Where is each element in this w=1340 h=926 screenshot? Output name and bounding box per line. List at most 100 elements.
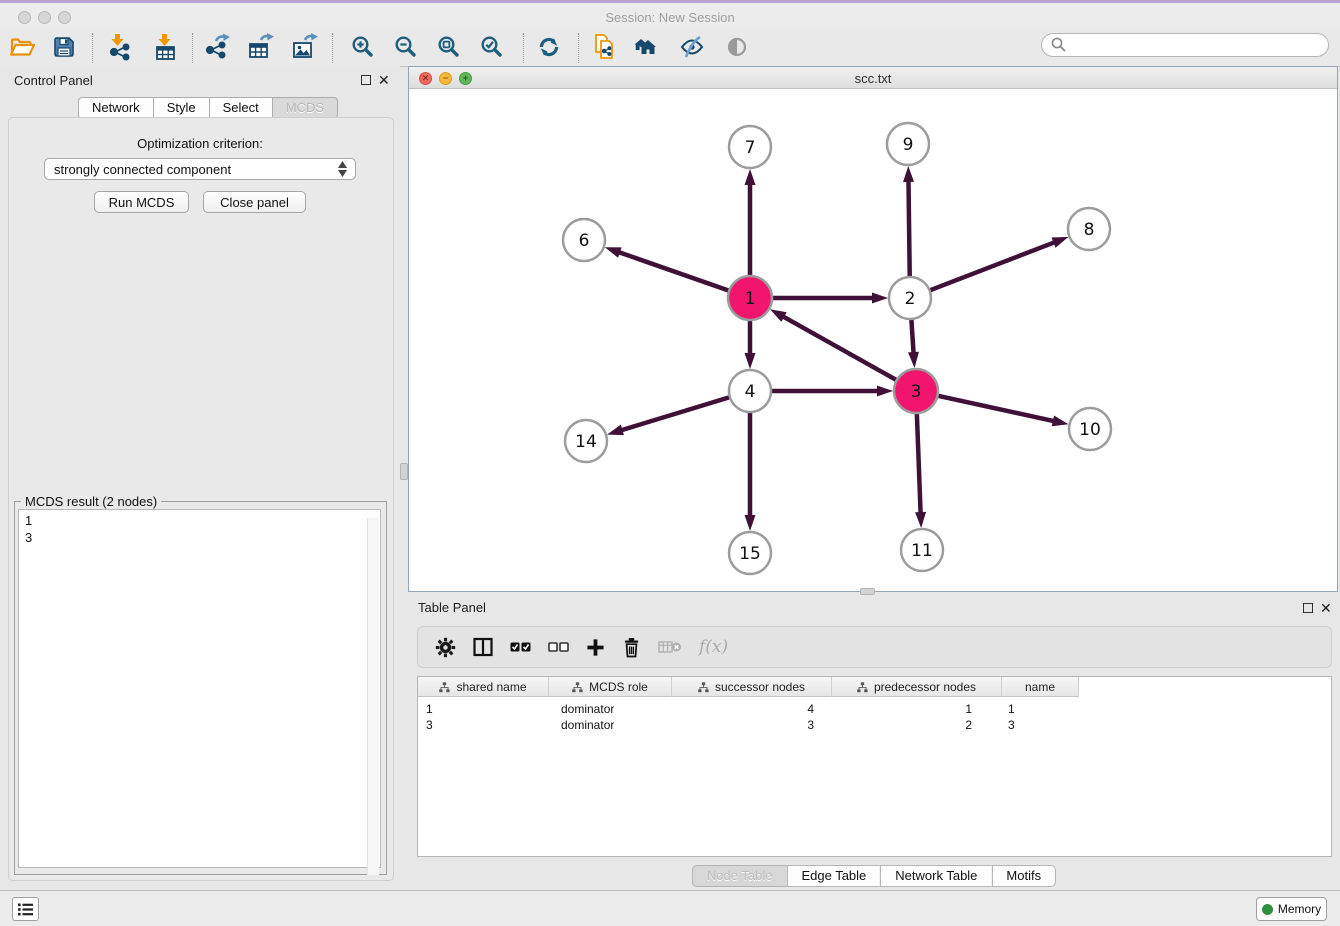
graph-node-7[interactable]: 7 bbox=[729, 126, 771, 168]
tab-motifs[interactable]: Motifs bbox=[991, 865, 1056, 887]
function-builder-button[interactable]: f(x) bbox=[699, 637, 728, 657]
graph-edge-4-14[interactable] bbox=[620, 397, 729, 430]
graph-node-9[interactable]: 9 bbox=[887, 123, 929, 165]
refresh-button[interactable] bbox=[532, 31, 566, 63]
mcds-result-group: MCDS result (2 nodes) 1 3 bbox=[14, 501, 387, 875]
table-toolbar: f(x) bbox=[417, 626, 1332, 668]
eye-half-icon bbox=[725, 35, 749, 59]
close-panel-icon[interactable]: ✕ bbox=[378, 75, 390, 85]
graph-node-3[interactable]: 3 bbox=[894, 369, 938, 413]
export-image-button[interactable] bbox=[288, 31, 322, 63]
tab-mcds[interactable]: MCDS bbox=[272, 97, 338, 119]
criterion-value: strongly connected component bbox=[54, 162, 231, 177]
network-overview-button[interactable] bbox=[631, 31, 665, 63]
memory-button[interactable]: Memory bbox=[1256, 897, 1327, 921]
delete-column-button[interactable] bbox=[622, 637, 641, 658]
table-settings-button[interactable] bbox=[435, 637, 456, 658]
import-network-icon bbox=[104, 33, 132, 61]
zoom-selected-button[interactable] bbox=[475, 31, 509, 63]
graph-edge-arrow-2-8 bbox=[1052, 237, 1069, 248]
save-session-button[interactable] bbox=[47, 31, 81, 63]
toolbar-separator bbox=[523, 33, 524, 63]
memory-label: Memory bbox=[1278, 902, 1321, 916]
main-toolbar bbox=[0, 28, 1340, 67]
column-header-name[interactable]: name bbox=[1002, 677, 1079, 697]
column-header-mcds-role[interactable]: MCDS role bbox=[549, 677, 672, 697]
zoom-in-button[interactable] bbox=[346, 31, 380, 63]
import-table-button[interactable] bbox=[148, 31, 182, 63]
graph-node-label: 4 bbox=[745, 382, 756, 402]
import-table-icon bbox=[151, 33, 179, 61]
task-history-button[interactable] bbox=[12, 897, 39, 921]
show-columns-button[interactable] bbox=[473, 637, 493, 657]
export-table-button[interactable] bbox=[244, 31, 278, 63]
graph-edge-2-3[interactable] bbox=[911, 319, 913, 354]
graph-edge-arrow-1-6 bbox=[605, 247, 622, 257]
control-panel-tabs: Network Style Select MCDS bbox=[78, 97, 338, 119]
graph-node-8[interactable]: 8 bbox=[1068, 208, 1110, 250]
tab-node-table[interactable]: Node Table bbox=[692, 865, 787, 887]
graph-node-6[interactable]: 6 bbox=[563, 219, 605, 261]
result-scrollbar[interactable] bbox=[367, 518, 379, 875]
graph-node-2[interactable]: 2 bbox=[889, 277, 931, 319]
float-table-panel-icon[interactable] bbox=[1303, 603, 1313, 613]
cell-predecessor-nodes: 1 bbox=[832, 701, 1002, 717]
column-label: shared name bbox=[456, 680, 526, 694]
graph-node-4[interactable]: 4 bbox=[729, 370, 771, 412]
column-header-successor-nodes[interactable]: successor nodes bbox=[672, 677, 832, 697]
tab-network[interactable]: Network bbox=[78, 97, 153, 119]
import-network-button[interactable] bbox=[101, 31, 135, 63]
tab-network-table[interactable]: Network Table bbox=[880, 865, 991, 887]
graph-edge-arrow-4-3 bbox=[877, 386, 893, 397]
table-panel-title: Table Panel bbox=[418, 600, 486, 615]
save-icon bbox=[52, 35, 76, 59]
network-window-titlebar[interactable]: ✕ − + scc.txt bbox=[409, 67, 1337, 89]
horizontal-split-handle[interactable] bbox=[860, 588, 875, 595]
search-input[interactable] bbox=[1041, 33, 1329, 57]
vertical-split-handle[interactable] bbox=[400, 463, 408, 480]
graph-node-10[interactable]: 10 bbox=[1069, 408, 1111, 450]
graph-edge-2-9[interactable] bbox=[908, 180, 909, 277]
cell-name: 1 bbox=[1002, 701, 1079, 717]
toggle-details-button[interactable] bbox=[720, 31, 754, 63]
tab-edge-table[interactable]: Edge Table bbox=[786, 865, 880, 887]
graph-edge-3-11[interactable] bbox=[917, 413, 921, 514]
graph-node-label: 7 bbox=[745, 138, 756, 158]
graph-node-label: 3 bbox=[911, 382, 922, 402]
graph-edge-2-8[interactable] bbox=[930, 242, 1056, 290]
graph-edge-1-6[interactable] bbox=[618, 252, 729, 291]
graph-edge-3-1[interactable] bbox=[782, 316, 897, 380]
create-column-button[interactable] bbox=[586, 638, 605, 657]
select-all-button[interactable] bbox=[510, 639, 531, 655]
duplicate-network-button[interactable] bbox=[588, 31, 622, 63]
network-canvas[interactable]: 1 2 3 4 6 7 8 9 10 11 14 15 bbox=[409, 89, 1337, 592]
column-header-predecessor-nodes[interactable]: predecessor nodes bbox=[832, 677, 1002, 697]
column-header-shared-name[interactable]: shared name bbox=[418, 677, 549, 697]
delete-table-button[interactable] bbox=[658, 639, 682, 655]
close-panel-button[interactable]: Close panel bbox=[203, 191, 306, 213]
graph-node-label: 10 bbox=[1079, 420, 1101, 440]
hide-graphics-details-button[interactable] bbox=[675, 31, 709, 63]
criterion-select[interactable]: strongly connected component bbox=[44, 158, 356, 180]
graph-edge-arrow-3-1 bbox=[770, 309, 787, 322]
table-panel-tabs: Node Table Edge Table Network Table Moti… bbox=[692, 865, 1056, 887]
zoom-fit-button[interactable] bbox=[432, 31, 466, 63]
zoom-out-button[interactable] bbox=[389, 31, 423, 63]
mcds-result-textarea[interactable]: 1 3 bbox=[18, 509, 381, 868]
unselect-all-button[interactable] bbox=[548, 639, 569, 655]
export-network-button[interactable] bbox=[201, 31, 235, 63]
graph-node-15[interactable]: 15 bbox=[729, 532, 771, 574]
tab-select[interactable]: Select bbox=[209, 97, 272, 119]
zoom-fit-icon bbox=[437, 35, 461, 59]
open-session-button[interactable] bbox=[5, 31, 39, 63]
float-panel-icon[interactable] bbox=[361, 75, 371, 85]
control-panel-title: Control Panel bbox=[14, 73, 93, 88]
zoom-out-icon bbox=[394, 35, 418, 59]
graph-node-14[interactable]: 14 bbox=[565, 420, 607, 462]
run-mcds-button[interactable]: Run MCDS bbox=[94, 191, 189, 213]
tab-style[interactable]: Style bbox=[153, 97, 209, 119]
graph-node-11[interactable]: 11 bbox=[901, 529, 943, 571]
close-table-panel-icon[interactable]: ✕ bbox=[1320, 603, 1332, 613]
graph-node-1[interactable]: 1 bbox=[728, 276, 772, 320]
graph-edge-3-10[interactable] bbox=[937, 396, 1054, 422]
